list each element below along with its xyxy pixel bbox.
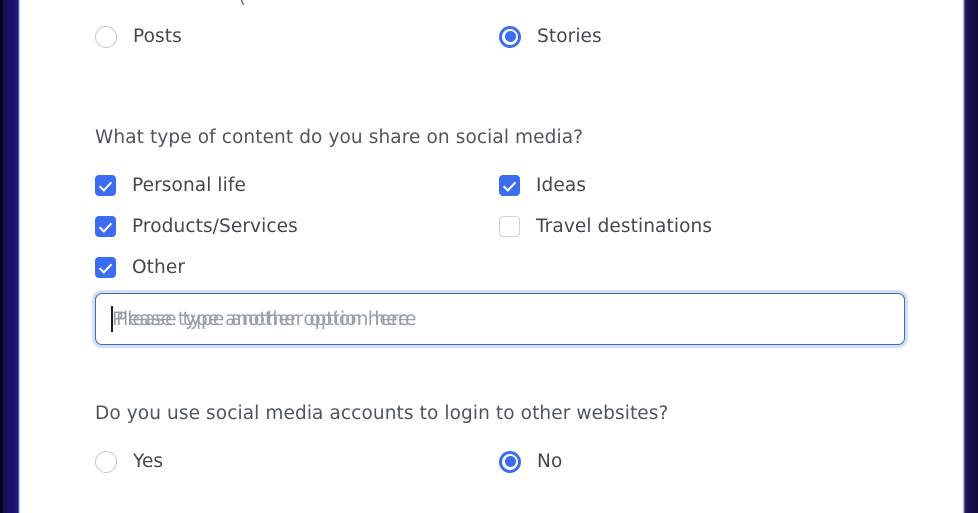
checkbox-travel-destinations-icon[interactable]: [499, 216, 520, 237]
checkbox-option-ideas[interactable]: Ideas: [499, 165, 903, 206]
radio-yes-icon[interactable]: [95, 450, 117, 473]
other-option-input-wrap: Please type another option here: [95, 293, 905, 345]
checkbox-option-travel-destinations[interactable]: Travel destinations: [499, 206, 903, 247]
radio-no-icon[interactable]: [499, 450, 521, 473]
radio-posts-icon[interactable]: [95, 25, 117, 48]
checkbox-products-services-label: Products/Services: [132, 216, 298, 237]
checkbox-option-personal-life[interactable]: Personal life: [95, 165, 499, 206]
radio-stories-label: Stories: [537, 26, 602, 47]
checkbox-other-icon[interactable]: [95, 257, 116, 278]
social-login-options-grid: Yes No: [95, 441, 905, 482]
content-type-options-grid: Personal life Ideas Products/Services Tr…: [95, 165, 905, 288]
checkbox-option-other[interactable]: Other: [95, 247, 499, 288]
other-option-input[interactable]: [95, 293, 905, 345]
page-right-edge-band: [961, 0, 978, 513]
checkbox-option-products-services[interactable]: Products/Services: [95, 206, 499, 247]
radio-option-no[interactable]: No: [499, 441, 903, 482]
survey-form-surface: y Posts Stories What type of content do …: [20, 0, 961, 513]
survey-form-content: y Posts Stories What type of content do …: [95, 0, 905, 482]
text-caret: [111, 306, 113, 332]
truncated-question-above: y: [239, 0, 244, 5]
checkbox-ideas-label: Ideas: [536, 175, 587, 196]
radio-option-yes[interactable]: Yes: [95, 441, 499, 482]
radio-yes-label: Yes: [133, 451, 164, 472]
checkbox-other-label: Other: [132, 257, 186, 278]
radio-option-posts[interactable]: Posts: [95, 16, 499, 57]
checkbox-personal-life-icon[interactable]: [95, 175, 116, 196]
radio-posts-label: Posts: [133, 26, 182, 47]
media-type-options-grid: Posts Stories: [95, 16, 905, 57]
checkbox-personal-life-label: Personal life: [132, 175, 246, 196]
question-content-type: What type of content do you share on soc…: [95, 127, 584, 148]
radio-no-label: No: [537, 451, 563, 472]
checkbox-products-services-icon[interactable]: [95, 216, 116, 237]
checkbox-travel-destinations-label: Travel destinations: [536, 216, 713, 237]
page-left-edge-band: [0, 0, 20, 513]
radio-option-stories[interactable]: Stories: [499, 16, 903, 57]
checkbox-ideas-icon[interactable]: [499, 175, 520, 196]
question-social-login: Do you use social media accounts to logi…: [95, 403, 669, 424]
radio-stories-icon[interactable]: [499, 25, 521, 48]
